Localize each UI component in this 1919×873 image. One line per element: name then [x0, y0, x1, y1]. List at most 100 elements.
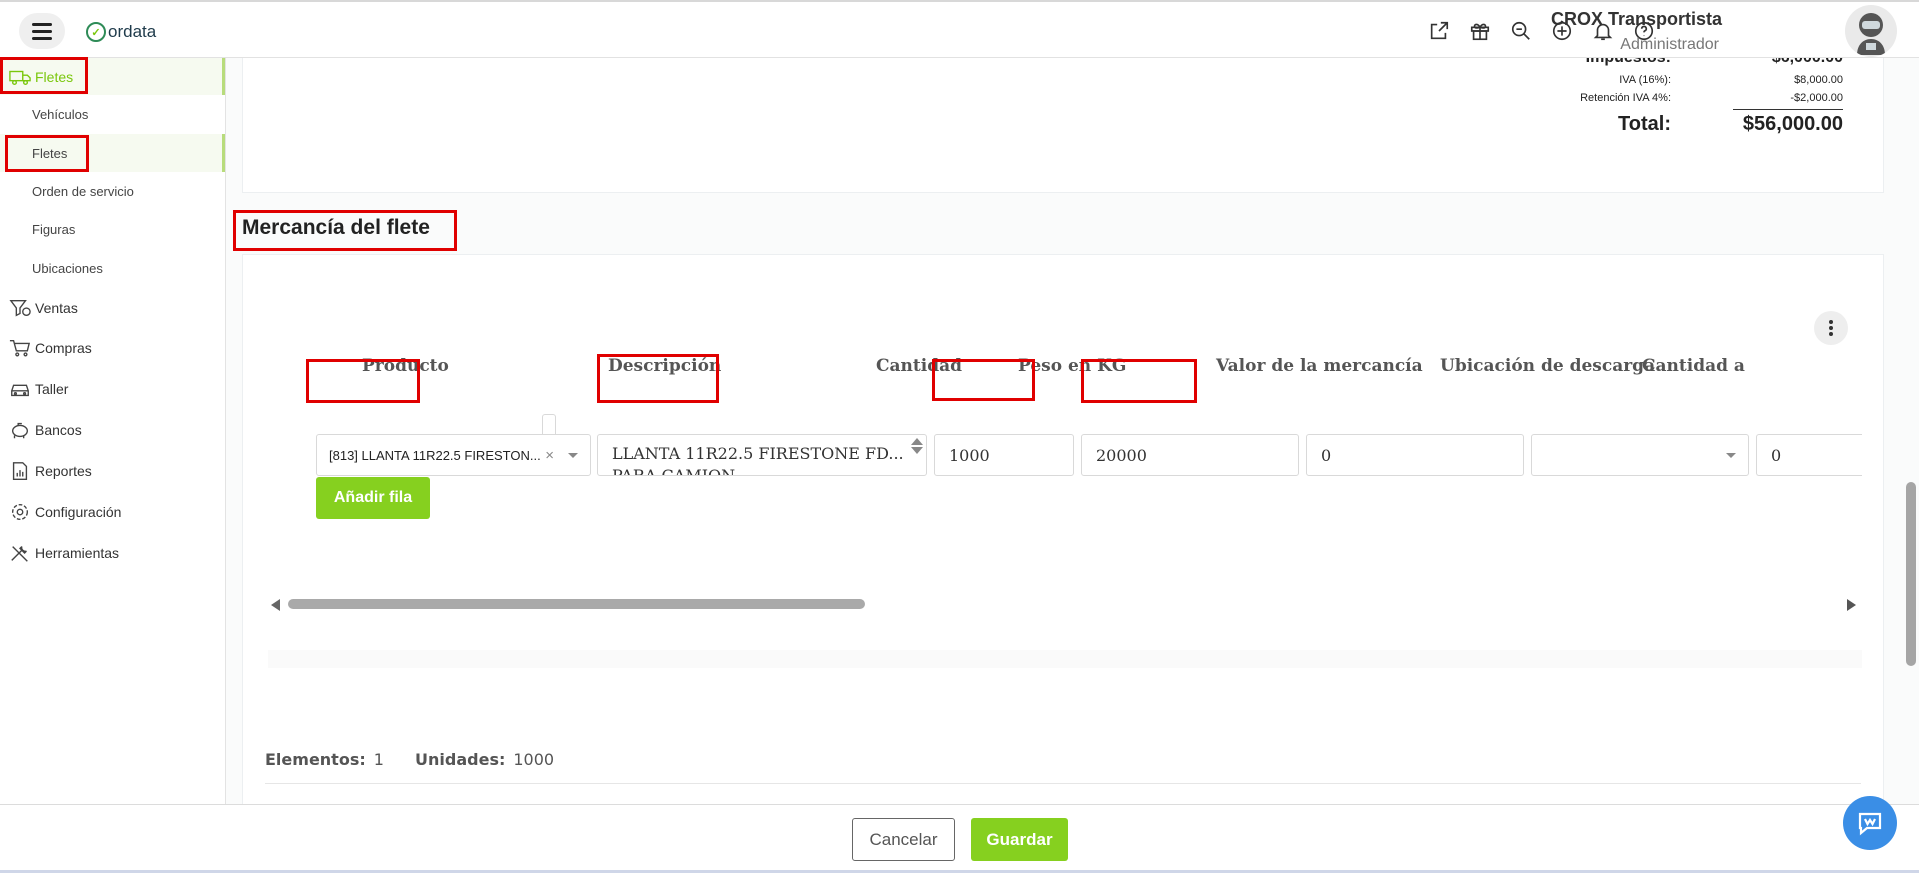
chat-icon — [1858, 812, 1882, 836]
main-content: Impuestos: $6,000.00 IVA (16%): $8,000.0… — [226, 48, 1919, 814]
truck-icon — [8, 66, 32, 88]
summary-divider — [265, 783, 1861, 784]
tools-icon — [8, 542, 32, 564]
column-header-peso: Peso en KG — [1018, 356, 1127, 376]
vertical-scrollbar-thumb[interactable] — [1906, 482, 1916, 666]
column-header-valor: Valor de la mercancía — [1216, 356, 1423, 376]
logo-mark-icon: ✓ — [86, 22, 106, 42]
producto-value: [813] LLANTA 11R22.5 FIRESTON... — [329, 447, 541, 463]
scroll-spinner-icon[interactable] — [911, 438, 923, 454]
user-name[interactable]: CROX Transportista — [1551, 9, 1722, 30]
cantidad-value: 1000 — [949, 445, 990, 465]
elementos-label: Elementos: — [265, 750, 366, 769]
valor-input[interactable]: 0 — [1306, 434, 1524, 476]
sidebar-item-compras[interactable]: Compras — [0, 328, 225, 368]
column-header-ubicacion: Ubicación de descarga — [1440, 356, 1656, 376]
chat-support-button[interactable] — [1843, 796, 1897, 850]
avatar[interactable] — [1845, 5, 1897, 57]
column-header-descripcion: Descripción — [608, 356, 722, 376]
sidebar-sub-figuras[interactable]: Figuras — [0, 211, 225, 248]
table-summary: Elementos: 1 Unidades: 1000 — [265, 750, 554, 769]
sidebar-sub-label: Fletes — [32, 145, 68, 161]
descripcion-value: LLANTA 11R22.5 FIRESTONE FD... PARA CAMI… — [612, 444, 904, 476]
scroll-right-arrow-icon[interactable] — [1847, 599, 1856, 611]
retencion-label: Retención IVA 4%: — [1580, 92, 1671, 104]
total-value: $56,000.00 — [1742, 113, 1843, 135]
sidebar-sub-label: Ubicaciones — [32, 260, 103, 276]
sidebar-item-label: Ventas — [35, 299, 78, 316]
unidades-value: 1000 — [513, 750, 555, 769]
column-header-cantidad-a: Cantidad a — [1642, 356, 1745, 376]
sidebar-item-configuracion[interactable]: Configuración — [0, 492, 225, 532]
sidebar-sub-vehiculos[interactable]: Vehículos — [0, 96, 225, 133]
producto-select[interactable]: [813] LLANTA 11R22.5 FIRESTON... × — [316, 434, 591, 476]
sidebar-sub-label: Vehículos — [32, 107, 89, 122]
peso-input[interactable]: 20000 — [1081, 434, 1299, 476]
descripcion-textarea[interactable]: LLANTA 11R22.5 FIRESTONE FD... PARA CAMI… — [597, 434, 927, 476]
sales-funnel-icon — [8, 297, 32, 319]
sidebar-item-label: Taller — [35, 381, 69, 397]
sidebar-item-label: Herramientas — [35, 545, 120, 561]
search-zoom-icon[interactable] — [1507, 17, 1535, 45]
sidebar-item-bancos[interactable]: Bancos — [0, 410, 225, 450]
totals-divider — [1733, 109, 1843, 110]
action-footer: Cancelar Guardar — [0, 804, 1919, 873]
ubicacion-select[interactable] — [1531, 434, 1749, 476]
sidebar-item-label: Bancos — [35, 422, 82, 438]
sidebar-sub-fletes[interactable]: Fletes — [0, 134, 225, 172]
sidebar-sub-label: Orden de servicio — [32, 184, 134, 199]
external-link-icon[interactable] — [1425, 17, 1453, 45]
chevron-down-icon — [568, 453, 578, 458]
gift-icon[interactable] — [1466, 17, 1494, 45]
chevron-down-icon — [1726, 453, 1736, 458]
sidebar-item-ventas[interactable]: Ventas — [0, 288, 225, 327]
logo[interactable]: ✓ ordata — [86, 20, 156, 44]
sidebar-item-label: Reportes — [35, 463, 92, 479]
gear-icon — [8, 501, 32, 523]
sidebar-item-label: Fletes — [35, 68, 74, 85]
horizontal-scrollbar-track[interactable] — [268, 650, 1862, 668]
top-header: ✓ ordata CROX Transportista Administrado… — [0, 0, 1919, 58]
merchandise-card — [242, 254, 1884, 814]
cancel-button[interactable]: Cancelar — [852, 818, 955, 861]
sidebar-item-herramientas[interactable]: Herramientas — [0, 533, 225, 573]
total-label: Total: — [1618, 113, 1671, 135]
menu-toggle-button[interactable] — [19, 13, 65, 49]
elementos-value: 1 — [373, 750, 384, 769]
sidebar-sub-orden-servicio[interactable]: Orden de servicio — [0, 173, 225, 210]
more-options-button[interactable] — [1814, 311, 1848, 345]
sidebar-item-label: Configuración — [35, 504, 122, 520]
clear-icon[interactable]: × — [545, 447, 554, 464]
cart-icon — [8, 337, 32, 359]
sidebar-sub-ubicaciones[interactable]: Ubicaciones — [0, 249, 225, 287]
section-title: Mercancía del flete — [242, 216, 430, 239]
save-button[interactable]: Guardar — [971, 818, 1068, 861]
scroll-left-arrow-icon[interactable] — [271, 599, 280, 611]
sidebar-sub-label: Figuras — [32, 222, 76, 237]
cantidad-a-input[interactable]: 0 — [1756, 434, 1862, 476]
unidades-label: Unidades: — [415, 750, 506, 769]
user-role: Administrador — [1620, 36, 1719, 53]
sidebar-item-reportes[interactable]: Reportes — [0, 451, 225, 491]
car-icon — [8, 378, 32, 400]
sidebar-item-fletes-group[interactable]: Fletes — [0, 58, 225, 95]
sidebar: Fletes Vehículos Fletes Orden de servici… — [0, 58, 226, 804]
horizontal-scrollbar-thumb[interactable] — [288, 599, 865, 609]
column-header-producto: Producto — [362, 356, 449, 376]
hamburger-icon — [32, 29, 52, 33]
cantidad-input[interactable]: 1000 — [934, 434, 1074, 476]
report-icon — [8, 460, 32, 482]
app-window: ✓ ordata CROX Transportista Administrado… — [0, 0, 1919, 873]
iva-label: IVA (16%): — [1619, 74, 1671, 86]
add-row-button[interactable]: Añadir fila — [316, 477, 430, 519]
kebab-icon — [1829, 326, 1833, 330]
column-header-cantidad: Cantidad — [876, 356, 963, 376]
valor-value: 0 — [1321, 445, 1332, 465]
totals-card: Impuestos: $6,000.00 IVA (16%): $8,000.0… — [242, 48, 1884, 193]
retencion-value: -$2,000.00 — [1790, 92, 1843, 104]
sidebar-item-label: Compras — [35, 340, 92, 356]
piggy-bank-icon — [8, 419, 32, 441]
peso-value: 20000 — [1096, 445, 1147, 465]
sidebar-item-taller[interactable]: Taller — [0, 369, 225, 409]
cantidad-a-value: 0 — [1771, 445, 1782, 465]
